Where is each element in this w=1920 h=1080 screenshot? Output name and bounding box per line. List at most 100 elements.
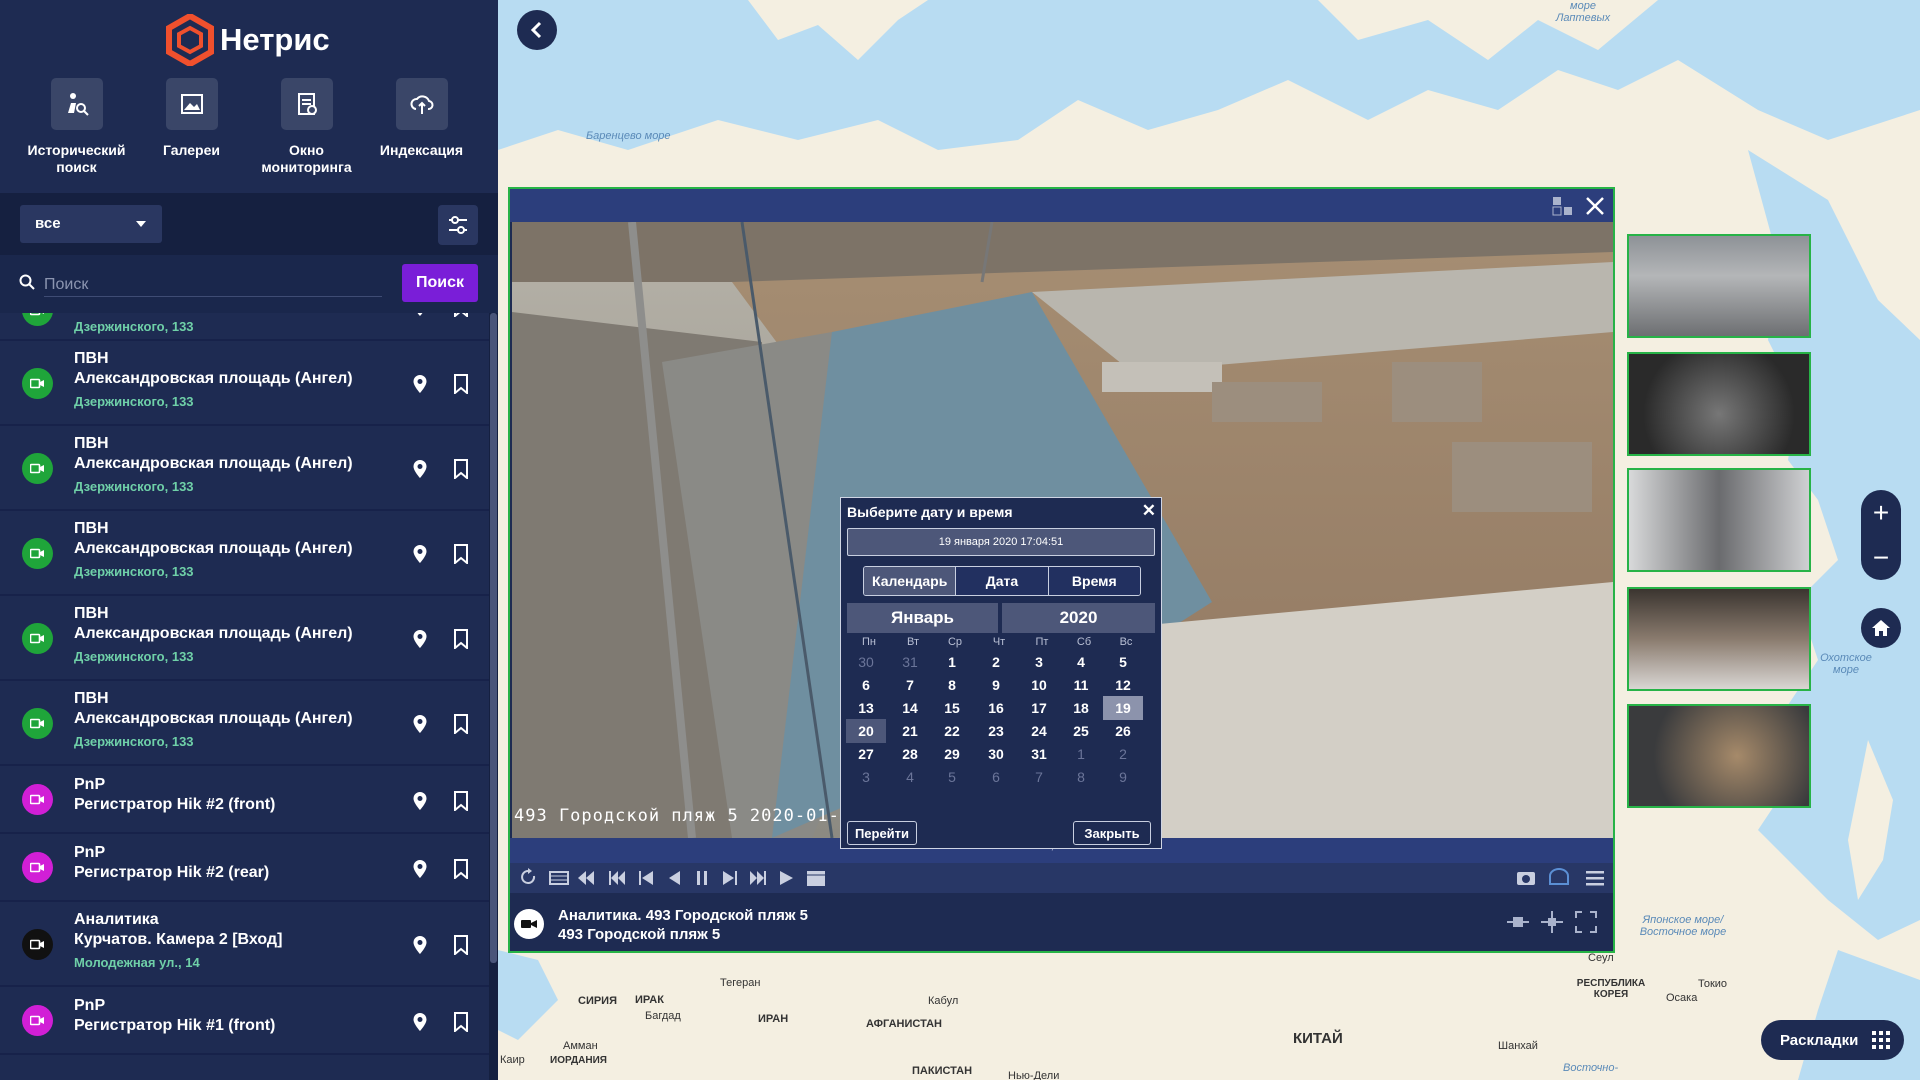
camera-thumbnail[interactable] [1627,352,1811,456]
calendar-day[interactable]: 4 [1061,650,1101,674]
calendar-day[interactable]: 1 [932,650,972,674]
calendar-day[interactable]: 8 [1061,765,1101,789]
bookmark-icon[interactable] [453,714,469,734]
calendar-day[interactable]: 6 [976,765,1016,789]
map-pin-icon[interactable] [411,791,429,811]
close-icon[interactable] [1585,196,1605,216]
camera-list-item[interactable]: PnP Регистратор Hik #1 (front) [0,987,490,1055]
nav-historical-search[interactable]: Исторический поиск [19,78,134,176]
calendar-day[interactable]: 21 [890,719,930,743]
camera-list-item[interactable]: ПВН Александровская площадь (Ангел) Дзер… [0,341,490,426]
camera-list-item[interactable]: PnP Регистратор Hik #2 (front) [0,766,490,834]
camera-list-item[interactable]: PnP Регистратор Hik #2 (rear) [0,834,490,902]
bookmark-icon[interactable] [453,629,469,649]
bookmark-icon[interactable] [453,935,469,955]
calendar-day[interactable]: 27 [846,742,886,766]
calendar-day[interactable]: 15 [932,696,972,720]
month-selector[interactable]: Январь [847,603,998,633]
home-button[interactable] [1861,608,1901,648]
calendar-day[interactable]: 5 [1103,650,1143,674]
calendar-day[interactable]: 9 [976,673,1016,697]
map-pin-icon[interactable] [411,459,429,479]
calendar-day[interactable]: 9 [1103,765,1143,789]
map-pin-icon[interactable] [411,313,429,317]
calendar-day[interactable]: 28 [890,742,930,766]
refresh-button[interactable] [516,867,540,889]
calendar-day[interactable]: 29 [932,742,972,766]
close-button[interactable]: Закрыть [1073,821,1151,845]
tab-time[interactable]: Время [1048,567,1140,595]
prev-frame-button[interactable] [634,867,658,889]
search-button[interactable]: Поиск [402,264,478,302]
calendar-day[interactable]: 3 [1019,650,1059,674]
calendar-day[interactable]: 19 [1103,696,1143,720]
calendar-day[interactable]: 31 [1019,742,1059,766]
camera-list-item[interactable]: ПВН Александровская площадь (Ангел) Дзер… [0,596,490,681]
camera-list-item[interactable]: Аналитика Курчатов. Камера 2 [Вход] Моло… [0,902,490,987]
scrollbar-thumb[interactable] [490,313,497,963]
calendar-button[interactable] [804,867,828,889]
analytics-button[interactable] [1547,867,1571,889]
tab-calendar[interactable]: Календарь [864,567,957,595]
camera-list-item[interactable]: ПВН Александровская площадь (Ангел) Дзер… [0,511,490,596]
camera-thumbnail[interactable] [1627,234,1811,338]
calendar-day[interactable]: 3 [846,765,886,789]
layout-icon[interactable] [1551,195,1575,217]
fit-width-icon[interactable] [1507,911,1529,933]
play-button[interactable] [774,867,798,889]
calendar-day[interactable]: 2 [1103,742,1143,766]
pause-button[interactable] [690,867,714,889]
layouts-button[interactable]: Раскладки [1761,1020,1904,1060]
zoom-in-button[interactable]: + [1861,490,1901,535]
calendar-day[interactable]: 26 [1103,719,1143,743]
datepicker-close-icon[interactable]: ✕ [1142,501,1156,521]
calendar-day[interactable]: 16 [976,696,1016,720]
bookmark-icon[interactable] [453,313,469,317]
calendar-day[interactable]: 17 [1019,696,1059,720]
back-button[interactable] [517,10,557,50]
nav-monitoring[interactable]: Окно мониторинга [249,78,364,176]
camera-thumbnail[interactable] [1627,468,1811,572]
list-scrollbar[interactable] [489,313,498,1080]
step-back-button[interactable] [662,867,686,889]
calendar-day[interactable]: 22 [932,719,972,743]
bookmark-icon[interactable] [453,791,469,811]
map-pin-icon[interactable] [411,544,429,564]
calendar-day[interactable]: 24 [1019,719,1059,743]
camera-thumbnail[interactable] [1627,704,1811,808]
fullscreen-icon[interactable] [1575,911,1597,933]
bookmark-icon[interactable] [453,1012,469,1032]
datetime-field[interactable]: 19 января 2020 17:04:51 [847,528,1155,556]
year-selector[interactable]: 2020 [1002,603,1155,633]
rewind-button[interactable] [574,867,598,889]
calendar-day[interactable]: 7 [890,673,930,697]
fit-center-icon[interactable] [1541,911,1563,933]
next-frame-button[interactable] [718,867,742,889]
calendar-day[interactable]: 7 [1019,765,1059,789]
camera-thumbnail[interactable] [1627,587,1811,691]
filter-select[interactable]: все [20,205,162,243]
calendar-day[interactable]: 25 [1061,719,1101,743]
calendar-day[interactable]: 14 [890,696,930,720]
camera-list-item[interactable]: ПВН Александровская площадь (Ангел) Дзер… [0,426,490,511]
map-pin-icon[interactable] [411,1012,429,1032]
map-pin-icon[interactable] [411,935,429,955]
calendar-day[interactable]: 2 [976,650,1016,674]
skip-forward-button[interactable] [746,867,770,889]
film-button[interactable] [547,867,571,889]
camera-list-item[interactable]: Дзержинского, 133 [0,313,490,341]
calendar-day[interactable]: 18 [1061,696,1101,720]
calendar-day[interactable]: 6 [846,673,886,697]
calendar-day[interactable]: 8 [932,673,972,697]
calendar-day[interactable]: 23 [976,719,1016,743]
calendar-day[interactable]: 5 [932,765,972,789]
bookmark-icon[interactable] [453,374,469,394]
calendar-day[interactable]: 11 [1061,673,1101,697]
calendar-day[interactable]: 30 [846,650,886,674]
map-pin-icon[interactable] [411,629,429,649]
calendar-day[interactable]: 20 [846,719,886,743]
calendar-day[interactable]: 31 [890,650,930,674]
map-pin-icon[interactable] [411,714,429,734]
calendar-day[interactable]: 4 [890,765,930,789]
bookmark-icon[interactable] [453,859,469,879]
